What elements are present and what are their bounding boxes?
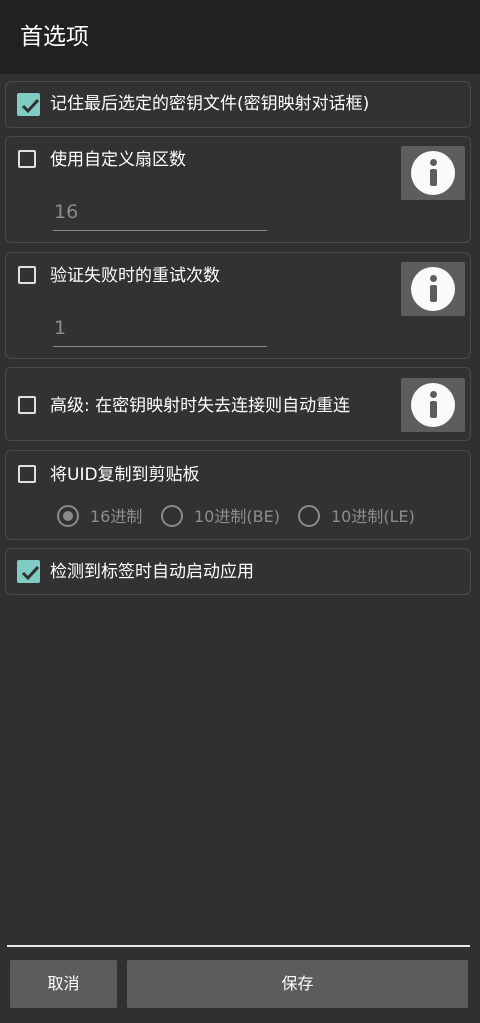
check-icon <box>21 98 40 114</box>
radio-dec-be[interactable] <box>161 505 183 527</box>
remember-key-checkbox[interactable] <box>17 93 40 116</box>
advanced-reconnect-checkbox[interactable] <box>18 396 36 414</box>
app-bar: 首选项 <box>0 0 480 74</box>
radio-dec-be-label: 10进制(BE) <box>194 507 280 526</box>
advanced-reconnect-label: 高级: 在密钥映射时失去连接则自动重连 <box>50 396 351 416</box>
divider <box>7 945 470 947</box>
custom-sectors-input[interactable]: 16 <box>53 197 267 231</box>
custom-sectors-info-button[interactable] <box>401 146 465 200</box>
option-copy-uid-card: 将UID复制到剪贴板 16进制 10进制(BE) 10进制(LE) <box>5 450 471 540</box>
radio-hex-label: 16进制 <box>90 507 143 526</box>
retry-count-info-button[interactable] <box>401 262 465 316</box>
copy-uid-checkbox[interactable] <box>18 465 36 483</box>
remember-key-label: 记住最后选定的密钥文件(密钥映射对话框) <box>50 94 370 114</box>
radio-dec-le[interactable] <box>298 505 320 527</box>
info-icon <box>411 267 455 311</box>
page-title: 首选项 <box>20 24 89 50</box>
option-custom-sectors-card: 使用自定义扇区数 16 <box>5 136 471 243</box>
option-autostart-card: 检测到标签时自动启动应用 <box>5 548 471 595</box>
retry-count-label: 验证失败时的重试次数 <box>50 266 220 286</box>
copy-uid-label: 将UID复制到剪贴板 <box>50 465 200 485</box>
save-button[interactable]: 保存 <box>127 960 468 1008</box>
check-icon <box>21 565 40 581</box>
retry-count-checkbox[interactable] <box>18 266 36 284</box>
retry-count-input[interactable]: 1 <box>53 313 267 347</box>
cancel-button[interactable]: 取消 <box>10 960 117 1008</box>
radio-hex[interactable] <box>57 505 79 527</box>
custom-sectors-checkbox[interactable] <box>18 150 36 168</box>
custom-sectors-label: 使用自定义扇区数 <box>50 150 186 170</box>
option-advanced-reconnect-card: 高级: 在密钥映射时失去连接则自动重连 <box>5 367 471 441</box>
autostart-checkbox[interactable] <box>17 560 40 583</box>
option-remember-key-card: 记住最后选定的密钥文件(密钥映射对话框) <box>5 81 471 128</box>
advanced-reconnect-info-button[interactable] <box>401 378 465 432</box>
info-icon <box>411 151 455 195</box>
radio-dec-le-label: 10进制(LE) <box>331 507 415 526</box>
option-retry-count-card: 验证失败时的重试次数 1 <box>5 252 471 359</box>
autostart-label: 检测到标签时自动启动应用 <box>50 562 254 582</box>
info-icon <box>411 383 455 427</box>
